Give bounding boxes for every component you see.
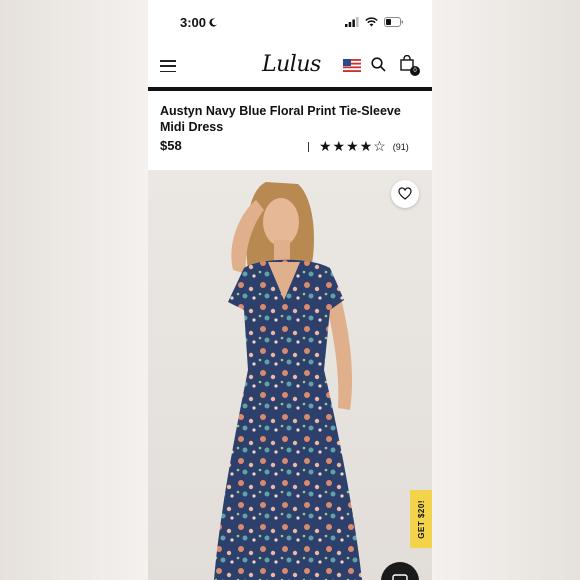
header-divider [148,87,432,91]
promo-tab[interactable]: GET $20! [410,490,432,548]
review-count: (91) [392,141,409,152]
bag-count-badge: 0 [410,66,420,76]
wifi-icon [365,17,378,27]
status-time: 3:00 [180,15,218,30]
product-title: Austyn Navy Blue Floral Print Tie-Sleeve… [160,104,401,134]
status-bar: 3:00 [148,0,432,44]
product-price: $58 [160,138,182,153]
hamburger-menu-icon[interactable] [160,60,176,72]
site-logo[interactable]: Lulus [262,52,321,77]
search-icon[interactable] [371,57,386,72]
background-right [432,0,580,580]
status-icons [345,17,404,27]
star-rating-icon: ★★★★☆ [319,138,387,154]
rating-divider [308,141,309,152]
us-flag-icon[interactable] [343,59,361,72]
product-rating[interactable]: ★★★★☆ (91) [308,138,409,155]
clock-time: 3:00 [180,14,207,30]
chat-icon [392,574,408,580]
battery-icon [384,17,403,27]
signal-icon [345,17,359,27]
phone-screen: 3:00 Lulus 0 Austyn Navy Blue Floral Pri… [148,0,432,580]
moon-icon [209,17,218,27]
model-photo [214,182,362,580]
promo-label: GET $20! [416,499,426,539]
heart-icon [398,187,412,200]
product-image[interactable] [148,170,432,580]
background-left [0,0,148,580]
wishlist-button[interactable] [391,180,419,208]
